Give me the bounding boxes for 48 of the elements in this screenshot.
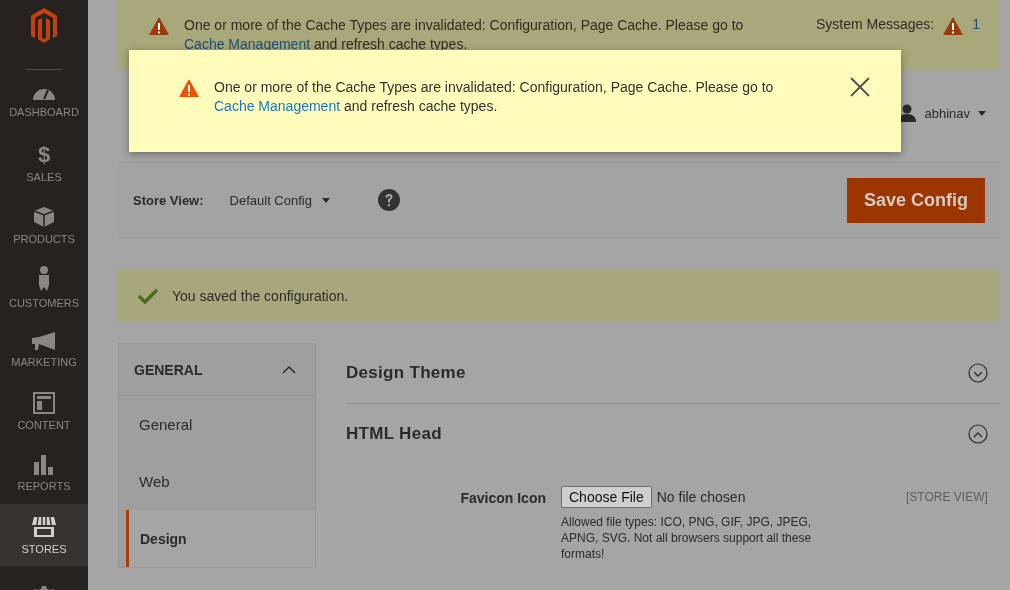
cache-management-link[interactable]: Cache Management (214, 98, 341, 114)
warning-icon (148, 16, 170, 36)
caret-icon (978, 110, 986, 116)
file-status: No file chosen (656, 489, 746, 505)
cache-management-link[interactable]: Cache Management (184, 36, 311, 52)
nav-item[interactable]: Web (119, 453, 315, 510)
popup-message: One or more of the Cache Types are invalidated: Configuration, Page Cache. Please go to Cache Management and refresh cache types. (214, 78, 775, 116)
storefront-icon (31, 515, 57, 538)
scope-hint: [STORE VIEW] (905, 489, 989, 506)
chevron-icon (968, 363, 988, 383)
sidebar-item[interactable]: MARKETING (0, 318, 88, 380)
warning-icon (942, 16, 965, 36)
sidebar-item[interactable]: PRODUCTS (0, 194, 88, 256)
field-note: Allowed file types: ICO, PNG, GIF, JPG, JPEG, APNG, SVG. Not all browsers support all these formats! (561, 514, 813, 562)
scope-dropdown[interactable]: Default Config (229, 192, 330, 208)
field-label: Favicon Icon (459, 489, 546, 508)
success-message: You saved the configuration. (172, 287, 349, 304)
nav-item[interactable]: Design (126, 510, 315, 567)
close-icon[interactable] (849, 76, 871, 98)
sidebar-item[interactable]: REPORTS (0, 442, 88, 504)
section-header[interactable]: Design Theme (346, 343, 1000, 403)
section-header[interactable]: HTML Head (346, 404, 1000, 464)
caret-icon (321, 197, 330, 203)
chevron-icon (968, 424, 988, 444)
box-icon (33, 205, 55, 228)
system-messages-label: System Messages: (815, 16, 935, 32)
save-config-button[interactable]: Save Config (846, 177, 985, 223)
logo-icon (31, 8, 57, 44)
checkmark-icon (138, 287, 158, 304)
bar-chart-icon (33, 454, 55, 475)
sidebar-item[interactable]: DASHBOARD (0, 70, 88, 132)
nav-item[interactable]: General (119, 396, 315, 453)
message-count[interactable]: 1 (972, 16, 980, 32)
chevron-icon (281, 364, 297, 375)
user-icon (898, 104, 917, 122)
nav-group-header[interactable]: GENERAL (118, 343, 316, 396)
warning-icon (178, 78, 200, 98)
sidebar-item[interactable]: STORES (0, 504, 88, 566)
sidebar-item[interactable]: CONTENT (0, 380, 88, 442)
dollar-icon: $ (37, 143, 51, 166)
scope-label: Store View: (133, 192, 204, 208)
sidebar-item[interactable]: $ SALES (0, 132, 88, 194)
layout-icon (33, 391, 55, 414)
person-icon (37, 265, 51, 292)
sidebar-item[interactable]: CUSTOMERS (0, 256, 88, 318)
choose-file-button[interactable]: Choose File (561, 486, 652, 508)
megaphone-icon (31, 330, 57, 351)
help-icon[interactable] (377, 189, 400, 211)
